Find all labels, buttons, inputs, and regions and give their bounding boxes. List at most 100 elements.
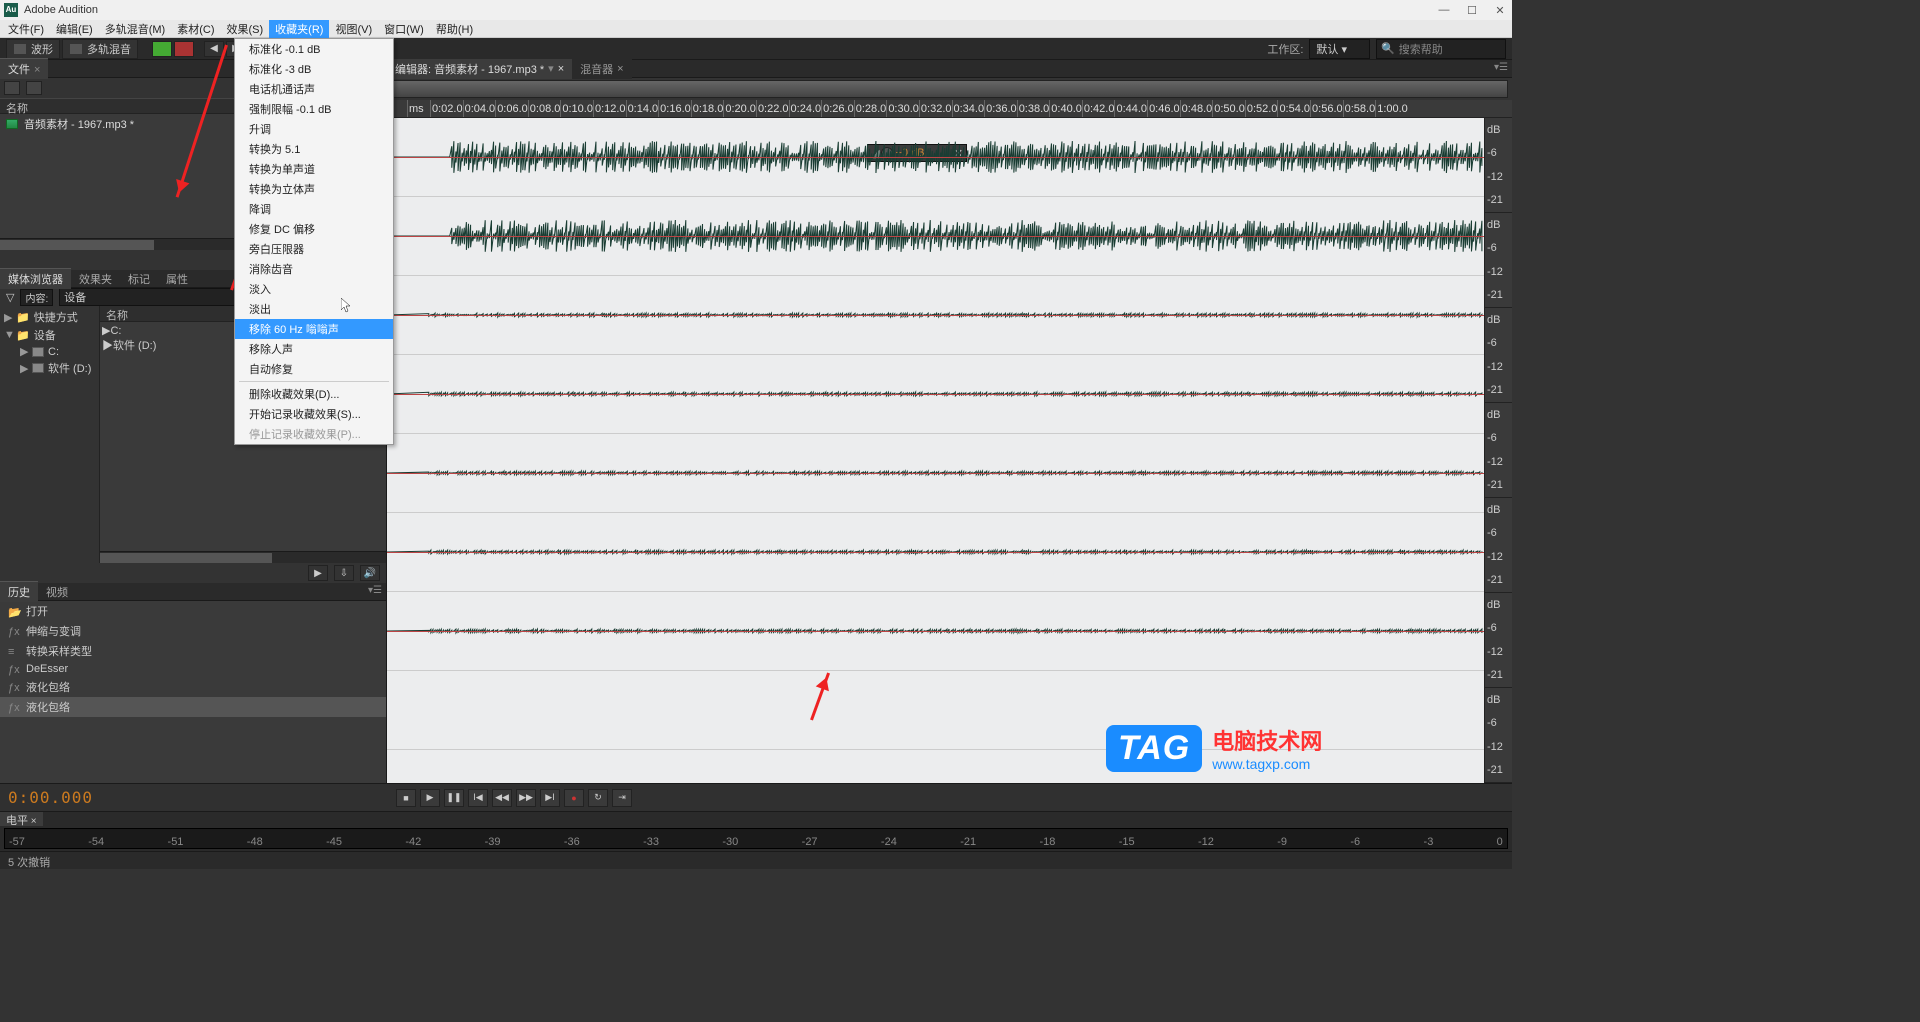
skip-selection-button[interactable]: ⇥ bbox=[612, 789, 632, 807]
waveform-view-button[interactable]: 波形 bbox=[6, 39, 60, 59]
levels-tab[interactable]: 电平 × bbox=[0, 812, 43, 826]
play-button[interactable]: ▶ bbox=[420, 789, 440, 807]
time-tick: 0:26.0 bbox=[821, 100, 854, 117]
go-start-button[interactable]: I◀ bbox=[468, 789, 488, 807]
favorites-menu-item[interactable]: 淡出 bbox=[235, 299, 393, 319]
channel-waveform[interactable] bbox=[387, 276, 1484, 354]
favorites-menu-item[interactable]: 淡入 bbox=[235, 279, 393, 299]
favorites-menu-item[interactable]: 转换为单声道 bbox=[235, 159, 393, 179]
close-button[interactable]: ✕ bbox=[1492, 4, 1508, 17]
minimize-button[interactable]: — bbox=[1436, 4, 1452, 17]
history-item[interactable]: ƒx液化包络 bbox=[0, 697, 386, 717]
search-help-input[interactable]: 🔍搜索帮助 bbox=[1376, 39, 1506, 59]
level-meter[interactable]: -57-54-51-48-45-42-39-36-33-30-27-24-21-… bbox=[4, 828, 1508, 849]
mb-play-button[interactable]: ▶ bbox=[308, 565, 328, 581]
menu-item[interactable]: 文件(F) bbox=[2, 20, 50, 38]
level-tick: -39 bbox=[485, 836, 501, 848]
search-icon: 🔍 bbox=[1381, 42, 1395, 55]
history-item[interactable]: ƒx伸缩与变调 bbox=[0, 621, 386, 641]
favorites-menu-item[interactable]: 降调 bbox=[235, 199, 393, 219]
favorites-menu-item[interactable]: 移除人声 bbox=[235, 339, 393, 359]
mb-hscroll[interactable] bbox=[100, 551, 386, 563]
favorites-menu-item[interactable]: 删除收藏效果(D)... bbox=[235, 384, 393, 404]
tree-devices[interactable]: ▼📁设备 bbox=[2, 326, 97, 344]
tree-item[interactable]: ▶C: bbox=[2, 344, 97, 359]
waveform-display[interactable]: ◢ +0 dB ✕ dB-6-12-21dB-6-12-21dB-6-12-21… bbox=[387, 118, 1512, 783]
time-tick: 0:48.0 bbox=[1180, 100, 1213, 117]
time-tick: 0:18.0 bbox=[691, 100, 724, 117]
channel-waveform[interactable] bbox=[387, 118, 1484, 196]
filter-button[interactable]: ▽ bbox=[6, 291, 14, 304]
loop-button[interactable]: ↻ bbox=[588, 789, 608, 807]
level-tick: -57 bbox=[9, 836, 25, 848]
level-tick: -24 bbox=[881, 836, 897, 848]
favorites-menu-item[interactable]: 标准化 -3 dB bbox=[235, 59, 393, 79]
panel-tab[interactable]: 效果夹 bbox=[71, 269, 120, 289]
multitrack-view-button[interactable]: 多轨混音 bbox=[62, 39, 138, 59]
go-end-button[interactable]: ▶I bbox=[540, 789, 560, 807]
panel-tab[interactable]: 标记 bbox=[120, 269, 158, 289]
mb-insert-button[interactable]: ⇩ bbox=[334, 565, 354, 581]
stop-button[interactable]: ■ bbox=[396, 789, 416, 807]
panel-tab[interactable]: 媒体浏览器 bbox=[0, 268, 71, 289]
panel-tab[interactable]: 属性 bbox=[158, 269, 196, 289]
channel-waveform[interactable] bbox=[387, 592, 1484, 670]
levels-panel: 电平 × -57-54-51-48-45-42-39-36-33-30-27-2… bbox=[0, 811, 1512, 851]
channel-waveform[interactable] bbox=[387, 434, 1484, 512]
menu-item[interactable]: 视图(V) bbox=[329, 20, 378, 38]
pause-button[interactable]: ❚❚ bbox=[444, 789, 464, 807]
mb-autoplay-button[interactable]: 🔊 bbox=[360, 565, 380, 581]
workspace-select[interactable]: 默认 ▾ bbox=[1309, 39, 1370, 59]
favorites-menu-item[interactable]: 开始记录收藏效果(S)... bbox=[235, 404, 393, 424]
new-file-button[interactable] bbox=[4, 81, 20, 95]
menu-item[interactable]: 效果(S) bbox=[221, 20, 270, 38]
channel-waveform[interactable] bbox=[387, 197, 1484, 275]
timecode-display[interactable]: 0:00.000 bbox=[0, 788, 390, 807]
menu-item[interactable]: 帮助(H) bbox=[430, 20, 479, 38]
history-item[interactable]: ƒxDeEsser bbox=[0, 661, 386, 677]
panel-menu-button[interactable]: ▾☰ bbox=[368, 585, 382, 596]
tree-shortcuts[interactable]: ▶📁快捷方式 bbox=[2, 308, 97, 326]
panel-menu-button[interactable]: ▾☰ bbox=[1494, 62, 1508, 73]
favorites-menu-item[interactable]: 消除齿音 bbox=[235, 259, 393, 279]
favorites-menu-item[interactable]: 旁白压限器 bbox=[235, 239, 393, 259]
record-button[interactable]: ● bbox=[564, 789, 584, 807]
menu-item[interactable]: 编辑(E) bbox=[50, 20, 99, 38]
spectral-pitch-button[interactable] bbox=[174, 41, 194, 57]
tree-item[interactable]: ▶软件 (D:) bbox=[2, 359, 97, 377]
time-ruler[interactable]: ms0:02.00:04.00:06.00:08.00:10.00:12.00:… bbox=[387, 100, 1512, 118]
favorites-menu-item[interactable]: 升调 bbox=[235, 119, 393, 139]
files-tab[interactable]: 文件× bbox=[0, 58, 48, 79]
history-item[interactable]: ≡转换采样类型 bbox=[0, 641, 386, 661]
audio-icon bbox=[6, 119, 18, 129]
maximize-button[interactable]: ☐ bbox=[1464, 4, 1480, 17]
favorites-menu-item[interactable]: 自动修复 bbox=[235, 359, 393, 379]
db-scale-segment: dB-6-12-21 bbox=[1485, 213, 1512, 308]
rewind-button[interactable]: ◀◀ bbox=[492, 789, 512, 807]
favorites-menu-item[interactable]: 标准化 -0.1 dB bbox=[235, 39, 393, 59]
menu-item[interactable]: 多轨混音(M) bbox=[99, 20, 172, 38]
navigator[interactable] bbox=[391, 80, 1508, 98]
menu-item[interactable]: 窗口(W) bbox=[378, 20, 430, 38]
favorites-menu-item[interactable]: 修复 DC 偏移 bbox=[235, 219, 393, 239]
panel-tab[interactable]: 视频 bbox=[38, 582, 76, 602]
channel-waveform[interactable] bbox=[387, 355, 1484, 433]
menu-item[interactable]: 收藏夹(R) bbox=[269, 20, 329, 38]
editor-tab[interactable]: 混音器× bbox=[572, 59, 631, 79]
history-item[interactable]: 📂打开 bbox=[0, 601, 386, 621]
panel-tab[interactable]: 历史 bbox=[0, 581, 38, 602]
favorites-menu-item[interactable]: 电话机通话声 bbox=[235, 79, 393, 99]
forward-button[interactable]: ▶▶ bbox=[516, 789, 536, 807]
channel-waveform[interactable] bbox=[387, 513, 1484, 591]
editor-tab[interactable]: 编辑器: 音频素材 - 1967.mp3 *▾× bbox=[387, 59, 572, 79]
history-item[interactable]: ƒx液化包络 bbox=[0, 677, 386, 697]
db-scale-segment: dB-6-12-21 bbox=[1485, 593, 1512, 688]
favorites-menu-item[interactable]: 转换为 5.1 bbox=[235, 139, 393, 159]
open-file-button[interactable] bbox=[26, 81, 42, 95]
time-tick: 0:14.0 bbox=[626, 100, 659, 117]
spectral-freq-button[interactable] bbox=[152, 41, 172, 57]
favorites-menu-item[interactable]: 强制限幅 -0.1 dB bbox=[235, 99, 393, 119]
favorites-menu-item[interactable]: 移除 60 Hz 嗡嗡声 bbox=[235, 319, 393, 339]
favorites-menu-item[interactable]: 转换为立体声 bbox=[235, 179, 393, 199]
menu-item[interactable]: 素材(C) bbox=[171, 20, 220, 38]
